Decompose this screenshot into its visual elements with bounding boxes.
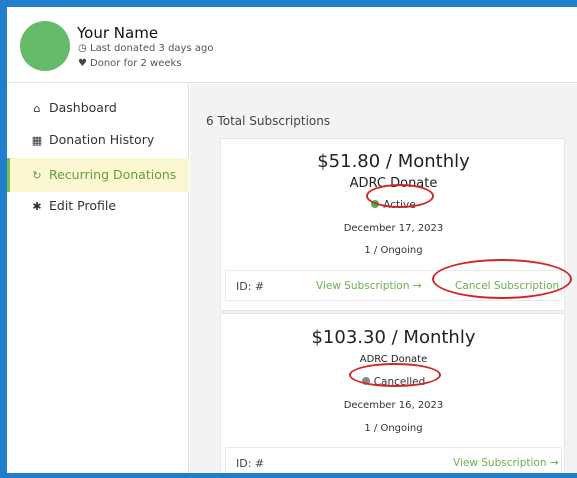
donor-since-row: ♥ Donor for 2 weeks: [78, 58, 182, 69]
status-badge: Active: [221, 199, 566, 211]
status-dot-icon: [361, 377, 370, 385]
subscription-term: 1 / Ongoing: [364, 423, 423, 434]
subscription-actions: ID: # View Subscription → Cancel Subscri…: [225, 270, 562, 301]
sidebar-item-label: Donation History: [49, 132, 155, 147]
subscription-id: ID: #: [236, 280, 265, 293]
subscription-date: December 17, 2023: [343, 223, 444, 234]
sidebar-item-donation-history[interactable]: ▦ Donation History: [7, 124, 189, 156]
sidebar-item-label: Edit Profile: [49, 198, 117, 213]
home-icon: ⌂: [33, 102, 41, 115]
subscription-term: 1 / Ongoing: [364, 245, 423, 256]
subscription-org: ADRC Donate: [359, 354, 428, 365]
calendar-icon: ▦: [31, 134, 43, 147]
profile-name: Your Name: [77, 24, 159, 42]
subscription-amount: $51.80 / Monthly: [317, 151, 470, 172]
sidebar-item-dashboard[interactable]: ⌂ Dashboard: [7, 92, 189, 124]
main-content: 6 Total Subscriptions $51.80 / Monthly A…: [190, 84, 577, 473]
subscription-actions: ID: # View Subscription →: [225, 447, 562, 473]
sidebar-item-label: Recurring Donations: [49, 167, 177, 182]
clock-icon: ◷: [78, 43, 87, 54]
sidebar-item-edit-profile[interactable]: ✱ Edit Profile: [7, 190, 189, 222]
sidebar-item-recurring-donations[interactable]: ↻ Recurring Donations: [7, 158, 189, 192]
heart-icon: ♥: [78, 58, 87, 69]
sidebar: ⌂ Dashboard ▦ Donation History ↻ Recurring …: [7, 84, 189, 473]
subscription-date: December 16, 2023: [343, 400, 444, 411]
status-text: Active: [383, 199, 416, 211]
last-donated-text: Last donated 3 days ago: [90, 43, 214, 54]
gear-icon: ✱: [32, 200, 42, 213]
view-subscription-link[interactable]: View Subscription →: [316, 280, 422, 292]
subscription-count: 6 Total Subscriptions: [206, 114, 331, 128]
donor-since-text: Donor for 2 weeks: [90, 58, 182, 69]
subscription-amount: $103.30 / Monthly: [311, 327, 476, 348]
subscription-card: $103.30 / Monthly ADRC Donate Cancelled …: [220, 313, 565, 473]
sidebar-item-label: Dashboard: [49, 100, 117, 115]
subscription-org: ADRC Donate: [349, 176, 438, 191]
subscription-id: ID: #: [236, 457, 265, 470]
profile-header: Your Name ◷ Last donated 3 days ago ♥ Dono…: [7, 7, 577, 83]
cancel-subscription-link[interactable]: Cancel Subscription: [455, 280, 559, 292]
status-dot-icon: [371, 200, 380, 208]
view-subscription-link[interactable]: View Subscription →: [453, 457, 559, 469]
avatar[interactable]: [20, 21, 70, 71]
app-frame: Your Name ◷ Last donated 3 days ago ♥ Dono…: [7, 7, 577, 473]
last-donated-row: ◷ Last donated 3 days ago: [78, 43, 213, 54]
status-text: Cancelled: [373, 376, 426, 388]
subscription-card: $51.80 / Monthly ADRC Donate Active Dece…: [220, 138, 565, 311]
refresh-icon: ↻: [32, 169, 42, 182]
status-badge: Cancelled: [221, 376, 566, 388]
